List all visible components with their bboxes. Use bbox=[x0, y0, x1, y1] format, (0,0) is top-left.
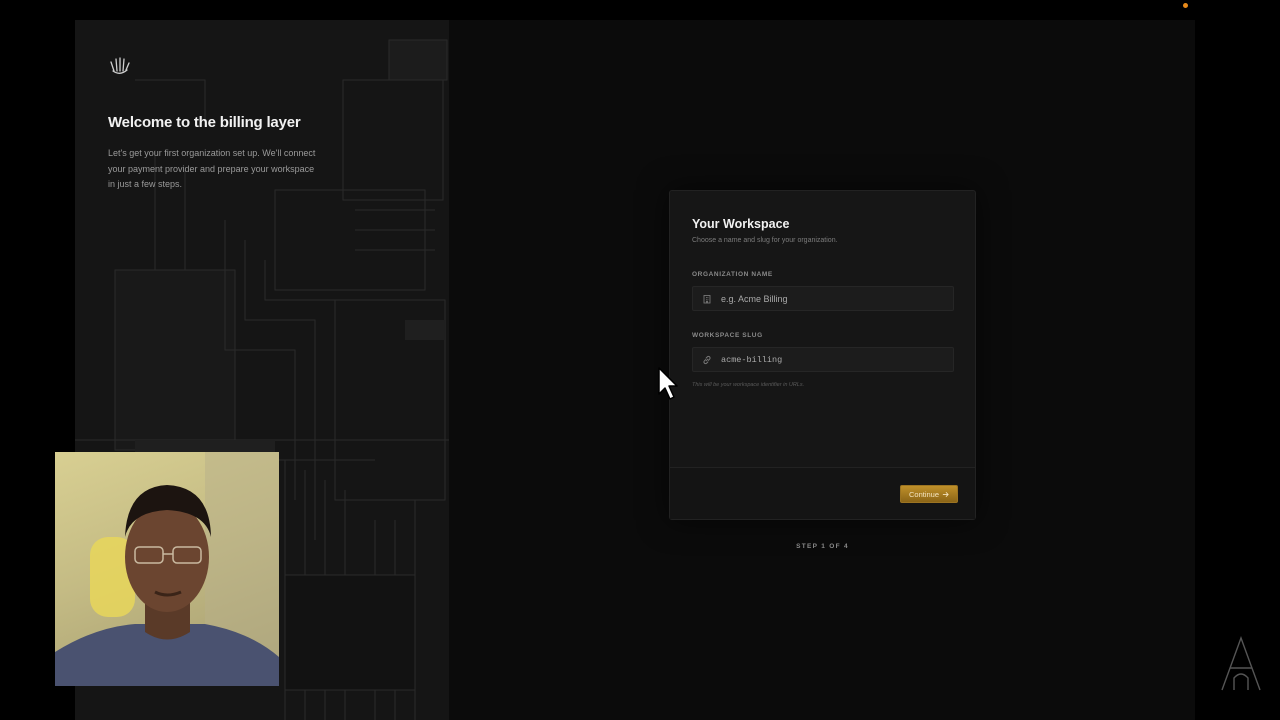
card-subtitle: Choose a name and slug for your organiza… bbox=[692, 237, 838, 244]
workspace-slug-field[interactable] bbox=[692, 347, 954, 372]
step-indicator: STEP 1 OF 4 bbox=[796, 543, 849, 550]
arrow-right-icon bbox=[942, 491, 949, 497]
welcome-description: Let's get your first organization set up… bbox=[108, 148, 316, 189]
card-footer: Continue bbox=[670, 467, 975, 519]
status-dot bbox=[1183, 3, 1188, 8]
hand-logo-icon bbox=[110, 57, 130, 74]
card-title: Your Workspace bbox=[692, 217, 790, 231]
organization-name-input[interactable] bbox=[721, 293, 953, 304]
presenter-video bbox=[55, 452, 279, 686]
webcam-overlay bbox=[55, 452, 279, 686]
a-monogram-icon bbox=[1221, 636, 1261, 691]
welcome-title: Welcome to the billing layer bbox=[108, 114, 301, 131]
link-icon bbox=[702, 355, 712, 365]
organization-name-label: ORGANIZATION NAME bbox=[692, 271, 773, 278]
organization-name-field[interactable] bbox=[692, 286, 954, 311]
slug-help-text: This will be your workspace identifier i… bbox=[692, 382, 805, 388]
building-icon bbox=[702, 294, 712, 304]
workspace-slug-label: WORKSPACE SLUG bbox=[692, 332, 763, 339]
continue-button[interactable]: Continue bbox=[900, 485, 958, 503]
continue-label: Continue bbox=[908, 489, 940, 499]
mouse-cursor-icon bbox=[658, 367, 678, 400]
workspace-slug-input[interactable] bbox=[721, 354, 953, 365]
workspace-card: Your Workspace Choose a name and slug fo… bbox=[669, 190, 976, 520]
